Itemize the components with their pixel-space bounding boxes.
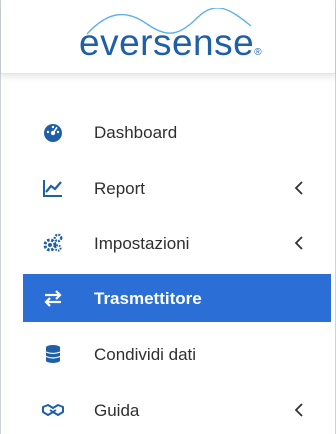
logo-wordmark: eversense: [79, 22, 255, 63]
sidebar-item-report[interactable]: Report: [23, 164, 331, 212]
header: eversense®: [1, 0, 335, 74]
exchange-arrows-icon: [41, 286, 65, 310]
chevron-left-icon[interactable]: [289, 400, 309, 420]
database-icon: [41, 342, 65, 366]
logo-text: eversense®: [79, 22, 263, 64]
logo-registered-mark: ®: [254, 47, 263, 58]
sidebar-item-label: Dashboard: [94, 123, 178, 142]
dashboard-gauge-icon: [41, 120, 65, 144]
chevron-left-icon[interactable]: [289, 233, 309, 253]
sidebar-item-label: Guida: [94, 401, 140, 420]
sidebar-item-trasmettitore[interactable]: Trasmettitore: [23, 274, 331, 322]
eversense-logo[interactable]: eversense®: [79, 8, 263, 68]
sidebar-item-label: Trasmettitore: [94, 289, 202, 308]
handshake-icon: [41, 398, 65, 422]
sidebar-item-dashboard[interactable]: Dashboard: [23, 108, 331, 156]
sidebar-item-label: Report: [94, 179, 146, 198]
sidebar-item-guida[interactable]: Guida: [23, 386, 331, 434]
sidebar-item-condividi-dati[interactable]: Condividi dati: [23, 330, 331, 378]
sidebar-item-label: Impostazioni: [94, 234, 190, 253]
sidebar-item-impostazioni[interactable]: Impostazioni: [23, 219, 331, 267]
chevron-left-icon[interactable]: [289, 178, 309, 198]
cogs-icon: [41, 231, 65, 255]
line-chart-icon: [41, 176, 65, 200]
sidebar-item-label: Condividi dati: [94, 345, 197, 364]
